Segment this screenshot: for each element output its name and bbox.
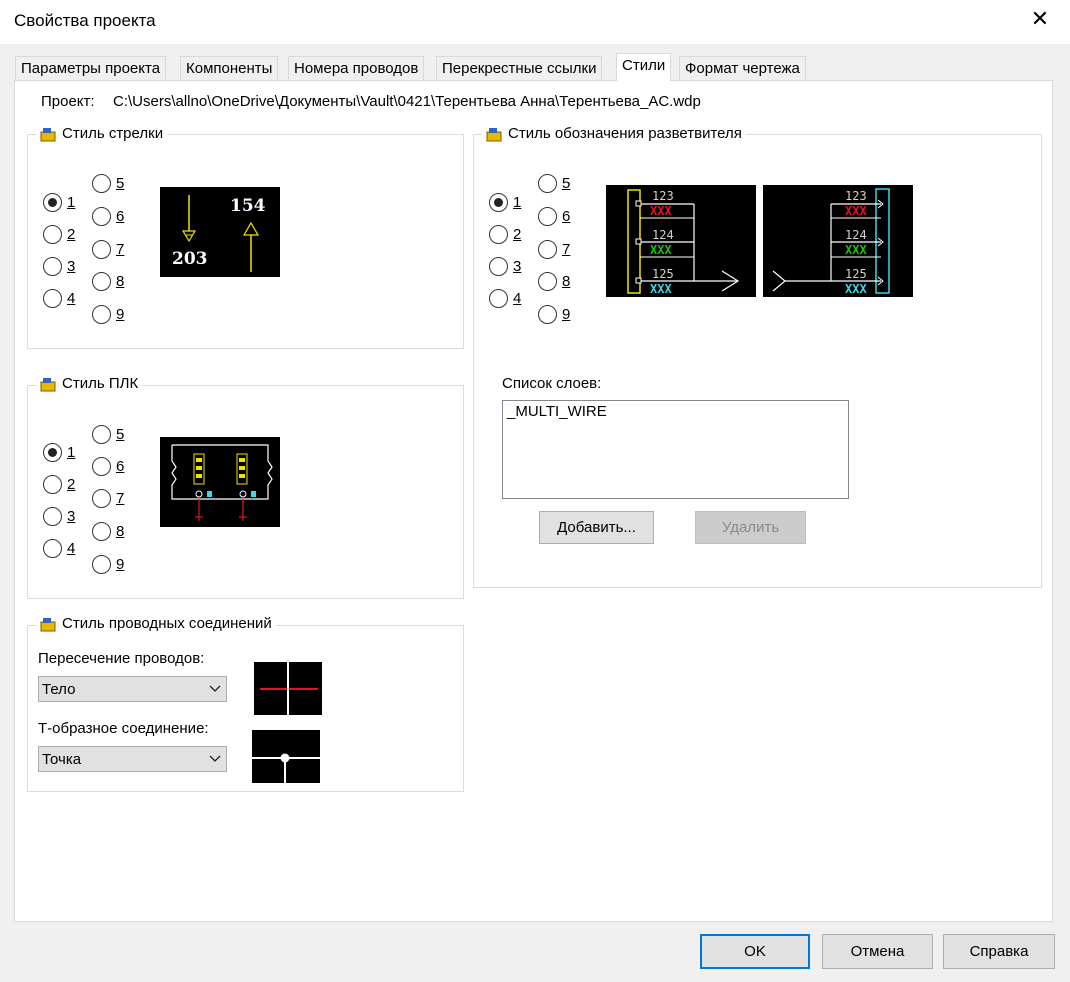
chevron-down-icon [204,682,226,696]
arrow-preview-bottom-number: 203 [172,249,208,269]
folder-style-icon [40,376,56,392]
fanin-wire-number: 124 [845,228,867,242]
fanin-wire-tag: XXX [650,243,672,257]
plc-style-radio-1[interactable]: 1 [43,443,75,462]
tee-junction-select[interactable]: Точка [38,746,227,772]
tab-drawing-format[interactable]: Формат чертежа [679,56,806,80]
fanin-wire-tag: XXX [845,243,867,257]
fanin-wire-number: 123 [845,189,867,203]
layers-listbox[interactable]: _MULTI_WIRE [502,400,849,499]
arrow-style-radio-7[interactable]: 7 [92,240,124,259]
arrow-style-radio-9[interactable]: 9 [92,305,124,324]
wire-crossing-select[interactable]: Тело [38,676,227,702]
wire-crossing-preview [254,662,322,715]
fanin-wire-number: 125 [845,267,867,281]
project-label: Проект: [41,93,95,110]
fanin-style-radio-8[interactable]: 8 [538,272,570,291]
plc-style-title: Стиль ПЛК [36,375,143,392]
fanin-wire-tag: XXX [845,204,867,218]
arrow-style-radio-4[interactable]: 4 [43,289,75,308]
plc-style-radio-3[interactable]: 3 [43,507,75,526]
cancel-button[interactable]: Отмена [822,934,933,969]
folder-style-icon [40,126,56,142]
fanin-wire-tag: XXX [650,282,672,296]
arrow-style-radio-3[interactable]: 3 [43,257,75,276]
layers-list-label: Список слоев: [502,375,602,392]
close-icon[interactable]: ✕ [1026,6,1054,34]
plc-style-radio-7[interactable]: 7 [92,489,124,508]
arrow-style-radio-1[interactable]: 1 [43,193,75,212]
fanin-style-radio-3[interactable]: 3 [489,257,521,276]
add-layer-button[interactable]: Добавить... [539,511,654,544]
fanin-style-radio-2[interactable]: 2 [489,225,521,244]
arrow-style-radio-8[interactable]: 8 [92,272,124,291]
arrow-style-preview: 154 203 [160,187,280,277]
fanin-style-radio-6[interactable]: 6 [538,207,570,226]
plc-style-radio-9[interactable]: 9 [92,555,124,574]
delete-layer-button[interactable]: Удалить [695,511,806,544]
plc-style-radio-5[interactable]: 5 [92,425,124,444]
fanin-style-radio-7[interactable]: 7 [538,240,570,259]
fanin-style-radio-5[interactable]: 5 [538,174,570,193]
fanin-style-radio-9[interactable]: 9 [538,305,570,324]
fanin-wire-number: 123 [652,189,674,203]
tee-junction-preview [252,730,320,783]
ok-button[interactable]: OK [700,934,810,969]
fanin-wire-tag: XXX [650,204,672,218]
tee-junction-label: Т-образное соединение: [38,720,209,737]
layer-list-item[interactable]: _MULTI_WIRE [507,403,844,420]
wire-crossing-label: Пересечение проводов: [38,650,205,667]
tab-wire-numbers[interactable]: Номера проводов [288,56,425,80]
tab-project-settings[interactable]: Параметры проекта [15,56,167,80]
plc-style-radio-2[interactable]: 2 [43,475,75,494]
arrow-style-radio-5[interactable]: 5 [92,174,124,193]
plc-style-preview [160,437,280,527]
fanin-style-preview-right: 123 XXX 124 XXX 125 XXX [763,185,913,297]
fanin-style-radio-1[interactable]: 1 [489,193,521,212]
help-button[interactable]: Справка [943,934,1055,969]
window-title: Свойства проекта [14,11,156,30]
folder-style-icon [40,616,56,632]
tab-styles[interactable]: Стили [616,53,672,81]
project-path: C:\Users\allno\OneDrive\Документы\Vault\… [113,93,701,110]
fanin-wire-tag: XXX [845,282,867,296]
plc-style-radio-4[interactable]: 4 [43,539,75,558]
fanin-style-radio-4[interactable]: 4 [489,289,521,308]
plc-style-radio-6[interactable]: 6 [92,457,124,476]
title-bar [0,0,1070,44]
fanin-style-preview-left: 123 XXX 124 XXX 125 XXX [606,185,756,297]
fanin-wire-number: 124 [652,228,674,242]
arrow-style-title: Стиль стрелки [36,125,168,142]
arrow-preview-top-number: 154 [230,196,266,216]
chevron-down-icon [204,752,226,766]
tab-cross-references[interactable]: Перекрестные ссылки [436,56,603,80]
arrow-style-radio-6[interactable]: 6 [92,207,124,226]
tab-components[interactable]: Компоненты [180,56,279,80]
wire-style-title: Стиль проводных соединений [36,615,276,632]
plc-style-radio-8[interactable]: 8 [92,522,124,541]
fanin-wire-number: 125 [652,267,674,281]
fanin-style-title: Стиль обозначения разветвителя [482,125,746,142]
folder-style-icon [486,126,502,142]
arrow-style-radio-2[interactable]: 2 [43,225,75,244]
